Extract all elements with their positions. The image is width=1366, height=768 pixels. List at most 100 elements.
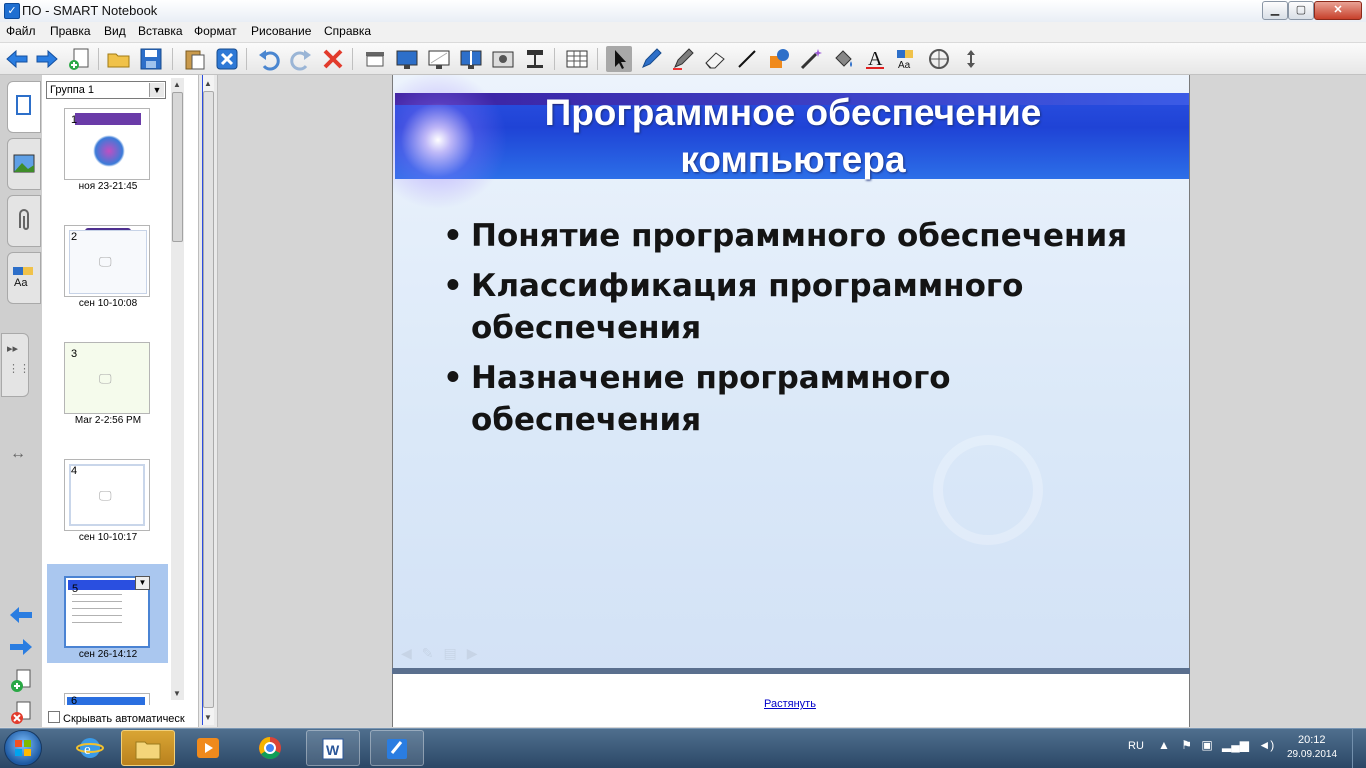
system-tray[interactable]: ▲ ⚑ ▣ ▂▄▆ ◄)	[1158, 738, 1274, 752]
start-button[interactable]	[4, 730, 42, 766]
side-tabs: Aa ▸▸ ⋮⋮ ↔	[0, 75, 43, 727]
workspace-scroll-thumb[interactable]	[203, 91, 214, 708]
dual-page-icon[interactable]	[458, 46, 484, 72]
page-number: 3	[71, 348, 78, 360]
resize-horizontal-icon[interactable]: ↔	[10, 445, 26, 463]
clock-date[interactable]: 29.09.2014	[1287, 749, 1337, 760]
screen-shade-icon[interactable]	[362, 46, 388, 72]
menu-format[interactable]: Формат	[194, 24, 237, 38]
workspace-scroll-down-icon[interactable]: ▼	[204, 713, 212, 722]
page-thumbnail-2[interactable]: 🖵 2	[64, 225, 150, 297]
properties-tab[interactable]: Aa	[7, 252, 41, 304]
back-arrow-icon[interactable]	[4, 46, 30, 72]
transparent-background-icon[interactable]	[426, 46, 452, 72]
attachments-tab[interactable]	[7, 195, 41, 247]
sidebar-collapse-handle[interactable]: ▸▸ ⋮⋮	[1, 333, 30, 397]
network-signal-icon[interactable]: ▂▄▆	[1222, 738, 1249, 752]
open-folder-icon[interactable]	[106, 46, 132, 72]
volume-icon[interactable]: ◄)	[1258, 738, 1274, 752]
scroll-up-icon[interactable]: ▲	[173, 80, 181, 89]
eraser-icon[interactable]	[702, 46, 728, 72]
sorter-scroll-thumb[interactable]	[172, 92, 183, 242]
page-menu-chevron-icon[interactable]: ▼	[135, 576, 150, 590]
paperclip-icon	[19, 209, 29, 230]
undo-icon[interactable]	[256, 46, 282, 72]
fill-icon[interactable]	[830, 46, 856, 72]
table-icon[interactable]	[564, 46, 590, 72]
stretch-page-link[interactable]: Растянуть	[764, 698, 816, 710]
auto-hide-option[interactable]: Скрывать автоматическ	[48, 711, 185, 725]
tray-expand-icon[interactable]: ▲	[1158, 738, 1170, 752]
page-thumbnail-6[interactable]: 6	[64, 693, 150, 705]
paste-icon[interactable]	[182, 46, 208, 72]
taskbar-media-player[interactable]	[182, 730, 236, 766]
page-date: ноя 23-21:45	[78, 181, 138, 192]
taskbar-chrome[interactable]	[244, 730, 298, 766]
page-thumbnail-4[interactable]: 🖵 4	[64, 459, 150, 531]
auto-hide-checkbox[interactable]	[48, 711, 60, 723]
menu-help[interactable]: Справка	[324, 24, 371, 38]
creative-pen-icon[interactable]	[670, 46, 696, 72]
action-center-flag-icon[interactable]: ⚑	[1181, 738, 1192, 752]
maximize-button[interactable]: ▢	[1288, 1, 1314, 20]
close-button[interactable]: ✕	[1314, 1, 1362, 20]
usb-device-icon[interactable]: ▣	[1201, 738, 1212, 752]
magic-pen-icon[interactable]	[798, 46, 824, 72]
properties-icon[interactable]: Aa	[894, 46, 920, 72]
toolbar-move-icon[interactable]	[958, 46, 984, 72]
panel-splitter[interactable]: ▲ ▼	[198, 75, 218, 727]
slide-title[interactable]: Программное обеспечение компьютера	[395, 89, 1189, 183]
page-sorter-tab[interactable]	[7, 81, 41, 133]
menu-edit[interactable]: Правка	[50, 24, 91, 38]
language-indicator[interactable]: RU	[1128, 740, 1144, 752]
delete-page-side-icon[interactable]	[9, 701, 33, 725]
scroll-down-icon[interactable]: ▼	[173, 689, 181, 698]
file-explorer-icon	[135, 741, 161, 760]
menu-draw[interactable]: Рисование	[251, 24, 311, 38]
shape-icon[interactable]	[766, 46, 792, 72]
page-thumbnail-1[interactable]: 1	[64, 108, 150, 180]
taskbar-word[interactable]: W	[306, 730, 360, 766]
save-icon[interactable]	[138, 46, 164, 72]
text-icon[interactable]: A	[862, 46, 888, 72]
gallery-tab[interactable]	[7, 138, 41, 190]
next-page-icon[interactable]	[8, 637, 34, 657]
thumb-image	[93, 135, 125, 167]
previous-page-icon[interactable]	[8, 605, 34, 625]
forward-arrow-icon[interactable]	[34, 46, 60, 72]
select-icon[interactable]	[606, 46, 632, 72]
menu-view[interactable]: Вид	[104, 24, 126, 38]
minimize-button[interactable]: ▁	[1262, 1, 1288, 20]
page-thumbnail-3[interactable]: 🖵 3	[64, 342, 150, 414]
add-page-icon[interactable]	[66, 46, 92, 72]
page-date: сен 10-10:08	[78, 298, 138, 309]
full-screen-icon[interactable]	[394, 46, 420, 72]
show-desktop-button[interactable]	[1352, 729, 1366, 768]
slide-bullet-list[interactable]: Понятие программного обеспечения Классиф…	[443, 215, 1143, 449]
menu-insert[interactable]: Вставка	[138, 24, 183, 38]
pen-icon[interactable]	[638, 46, 664, 72]
delete-page-icon[interactable]	[214, 46, 240, 72]
menu-file[interactable]: Файл	[6, 24, 36, 38]
svg-text:W: W	[326, 742, 340, 758]
taskbar-file-explorer[interactable]	[121, 730, 175, 766]
group-select[interactable]: Группа 1 ▼	[46, 81, 166, 99]
redo-icon[interactable]	[288, 46, 314, 72]
delete-icon[interactable]	[320, 46, 346, 72]
add-page-side-icon[interactable]	[9, 669, 33, 693]
slide-page[interactable]: Программное обеспечение компьютера Понят…	[392, 75, 1190, 672]
taskbar-smart-notebook[interactable]	[370, 730, 424, 766]
toolbar: A Aa	[0, 43, 1366, 75]
page-thumbnail-5[interactable]: 5 ▼	[64, 576, 150, 648]
measurement-tool-icon[interactable]	[926, 46, 952, 72]
line-icon[interactable]	[734, 46, 760, 72]
clock-time[interactable]: 20:12	[1298, 734, 1326, 746]
document-camera-icon[interactable]	[522, 46, 548, 72]
screen-capture-icon[interactable]	[490, 46, 516, 72]
slide-bullet: Назначение программного обеспечения	[443, 357, 1143, 441]
media-player-icon	[197, 738, 219, 758]
taskbar-internet-explorer[interactable]: e	[64, 730, 118, 766]
smart-notebook-app-icon[interactable]: ✓	[4, 3, 20, 19]
title-bar	[0, 0, 1366, 23]
workspace-scroll-up-icon[interactable]: ▲	[204, 79, 212, 88]
